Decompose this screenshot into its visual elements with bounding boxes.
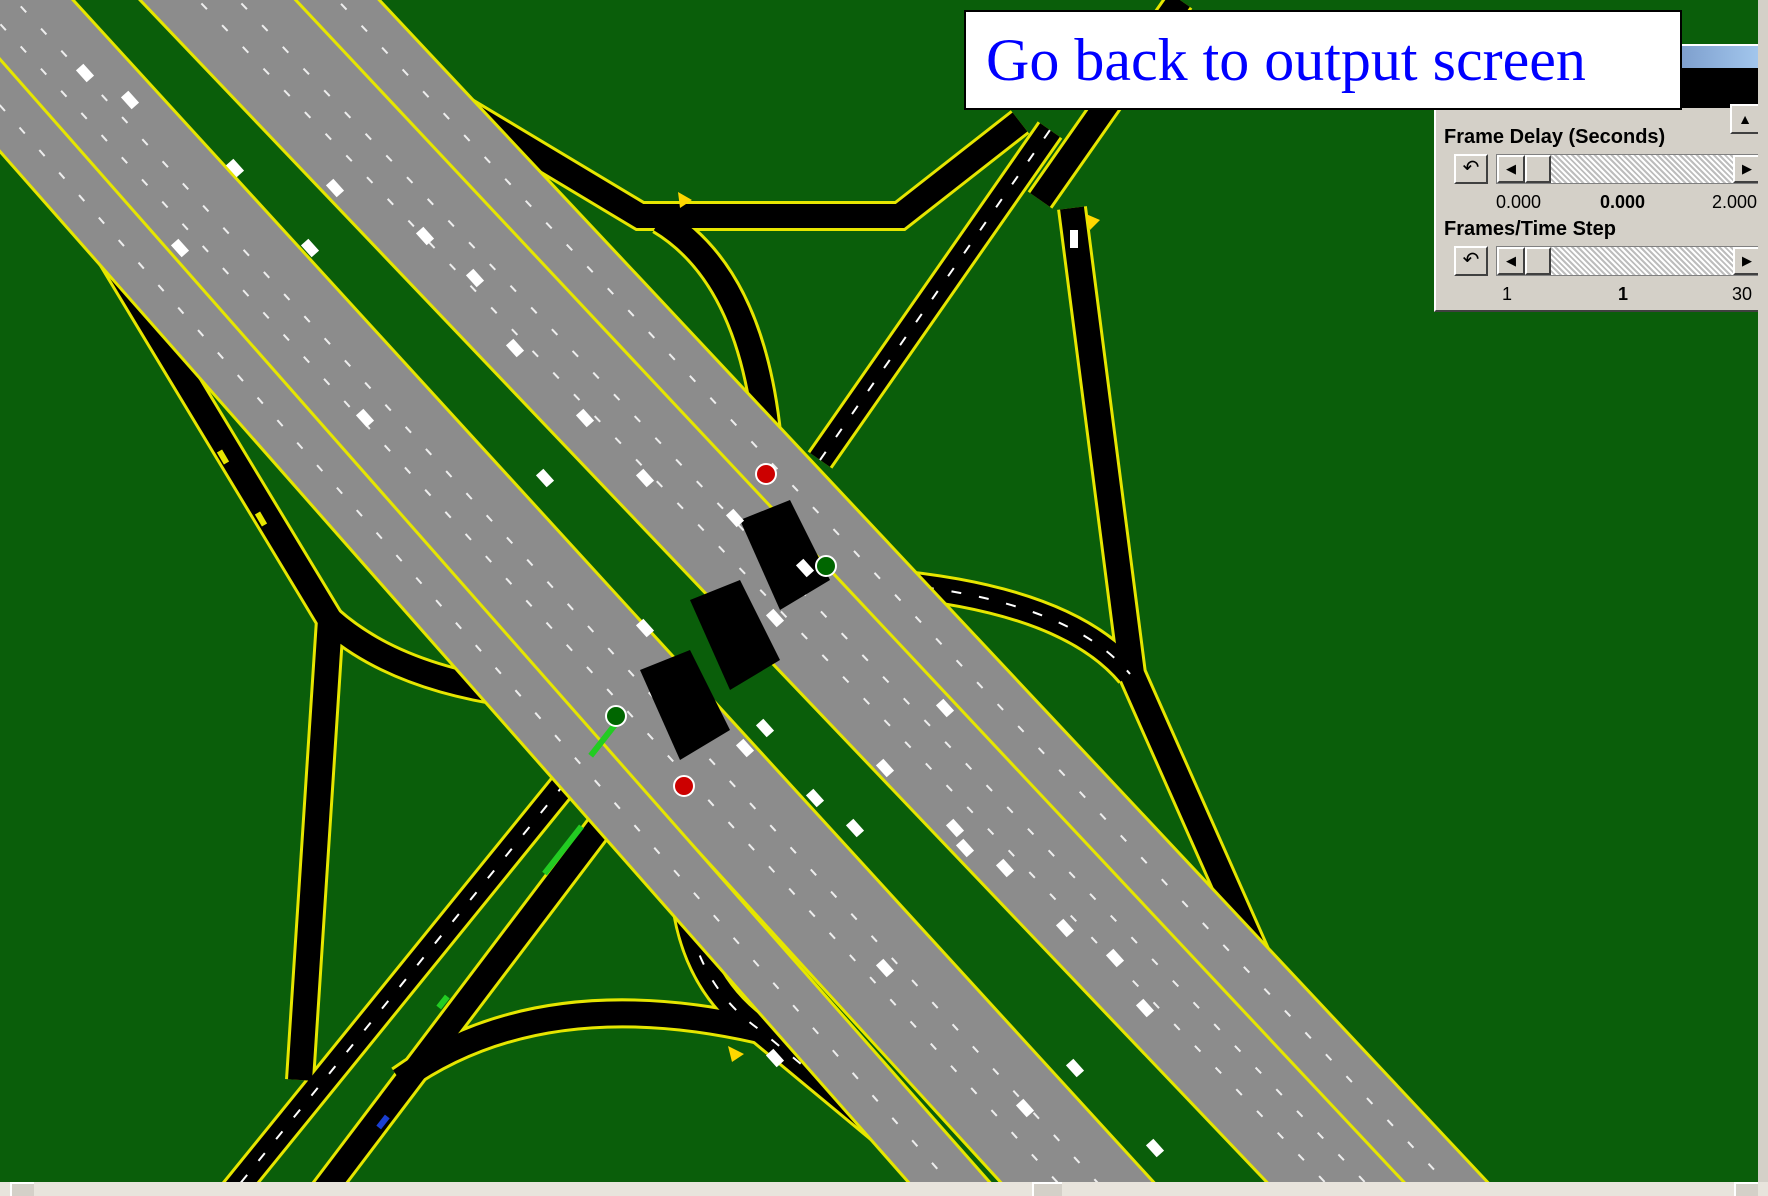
left-arrow-icon[interactable]: ◀ xyxy=(1497,247,1525,275)
frames-per-step-reset-button[interactable]: ↶ xyxy=(1454,246,1488,276)
horizontal-scrollbar[interactable] xyxy=(0,1182,1768,1196)
frames-per-step-label: Frames/Time Step xyxy=(1444,218,1616,240)
up-arrow-icon[interactable]: ▲ xyxy=(1730,104,1760,134)
right-arrow-icon[interactable]: ▶ xyxy=(1733,155,1761,183)
right-arrow-icon[interactable]: ▶ xyxy=(1733,247,1761,275)
horizontal-scroll-thumb[interactable] xyxy=(1032,1182,1062,1196)
frames-per-step-slider[interactable]: ◀ ▶ xyxy=(1496,246,1762,276)
ramp-network xyxy=(83,0,1286,1196)
left-arrow-icon[interactable]: ◀ xyxy=(1497,155,1525,183)
frame-delay-slider[interactable]: ◀ ▶ xyxy=(1496,154,1762,184)
simulation-viewport[interactable]: ▲ Frame Delay (Seconds) ↶ ◀ ▶ 0.000 0.00… xyxy=(0,0,1768,1196)
frame-delay-min: 0.000 xyxy=(1496,192,1542,212)
vertical-scrollbar[interactable] xyxy=(1758,0,1768,1182)
frame-delay-label: Frame Delay (Seconds) xyxy=(1444,126,1666,148)
frames-per-step-max: 30 xyxy=(1732,284,1753,304)
scroll-right-icon[interactable] xyxy=(1734,1182,1758,1196)
frame-delay-current: 0.000 xyxy=(1600,192,1646,212)
frame-delay-reset-button[interactable]: ↶ xyxy=(1454,154,1488,184)
frames-per-step-slider-thumb[interactable] xyxy=(1525,247,1551,275)
frames-per-step-min: 1 xyxy=(1502,284,1513,304)
frame-delay-slider-thumb[interactable] xyxy=(1525,155,1551,183)
scroll-left-icon[interactable] xyxy=(10,1182,34,1196)
back-to-output-link[interactable]: Go back to output screen xyxy=(964,10,1682,110)
frames-per-step-current: 1 xyxy=(1618,284,1629,304)
frame-delay-max: 2.000 xyxy=(1712,192,1758,212)
reset-icon: ↶ xyxy=(1462,249,1480,271)
reset-icon: ↶ xyxy=(1462,157,1480,179)
